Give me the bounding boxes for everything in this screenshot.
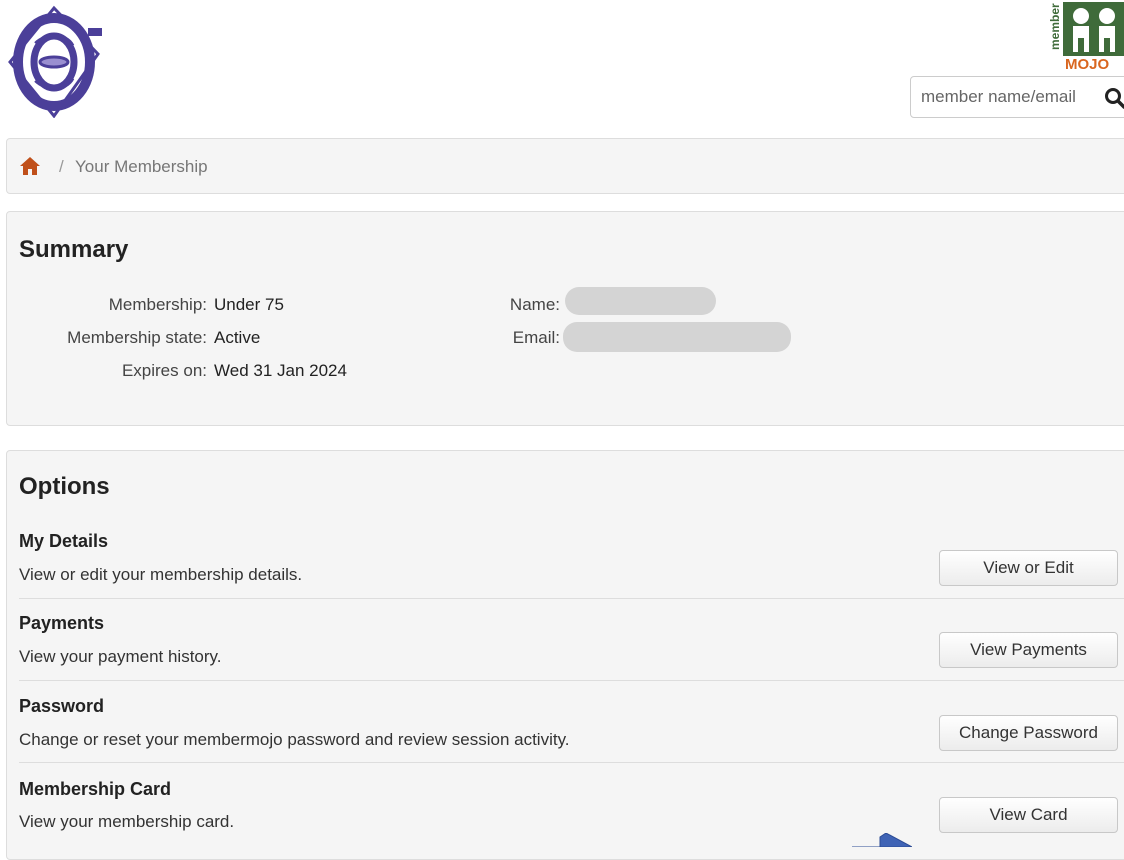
- divider: [19, 598, 1124, 599]
- membership-label: Membership:: [108, 295, 207, 314]
- option-title: Membership Card: [19, 779, 172, 799]
- search-icon[interactable]: [1104, 87, 1124, 109]
- membermojo-logo[interactable]: member MOJO: [1045, 2, 1124, 70]
- view-or-edit-button[interactable]: View or Edit: [939, 550, 1118, 586]
- club-monogram-icon: [8, 5, 102, 119]
- club-logo[interactable]: [6, 4, 102, 119]
- option-description: Change or reset your membermojo password…: [19, 730, 570, 749]
- divider: [19, 762, 1124, 763]
- brand-text-mojo: MOJO: [1065, 56, 1110, 70]
- option-description: View your membership card.: [19, 812, 235, 831]
- breadcrumb-separator: /: [59, 157, 64, 176]
- view-payments-button[interactable]: View Payments: [939, 632, 1118, 668]
- membermojo-icon: member MOJO: [1048, 2, 1124, 70]
- change-password-button[interactable]: Change Password: [939, 715, 1118, 751]
- option-description: View or edit your membership details.: [19, 565, 303, 584]
- member-search-input[interactable]: [921, 85, 1101, 109]
- breadcrumb-current: Your Membership: [75, 157, 208, 176]
- breadcrumb: / Your Membership: [6, 138, 1124, 194]
- membership-state-value: Active: [214, 328, 261, 347]
- expires-label: Expires on:: [121, 361, 207, 380]
- summary-panel: Summary Membership: Under 75 Membership …: [6, 211, 1124, 426]
- option-title: My Details: [19, 531, 109, 551]
- email-label: Email:: [512, 328, 560, 347]
- name-label: Name:: [509, 295, 560, 314]
- membership-state-label: Membership state:: [67, 328, 207, 347]
- brand-text-member: member: [1048, 3, 1062, 50]
- membership-value: Under 75: [214, 295, 284, 314]
- home-icon[interactable]: [19, 156, 41, 176]
- summary-title: Summary: [19, 236, 129, 263]
- name-value-redacted: [565, 287, 716, 315]
- option-title: Payments: [19, 613, 105, 633]
- email-value-redacted: [563, 322, 791, 352]
- options-title: Options: [19, 473, 110, 500]
- divider: [19, 680, 1124, 681]
- member-search: [910, 76, 1124, 118]
- expires-value: Wed 31 Jan 2024: [214, 361, 347, 380]
- option-title: Password: [19, 696, 105, 716]
- option-description: View your payment history.: [19, 647, 222, 666]
- options-panel: Options My Details View or edit your mem…: [6, 450, 1124, 860]
- view-card-button[interactable]: View Card: [939, 797, 1118, 833]
